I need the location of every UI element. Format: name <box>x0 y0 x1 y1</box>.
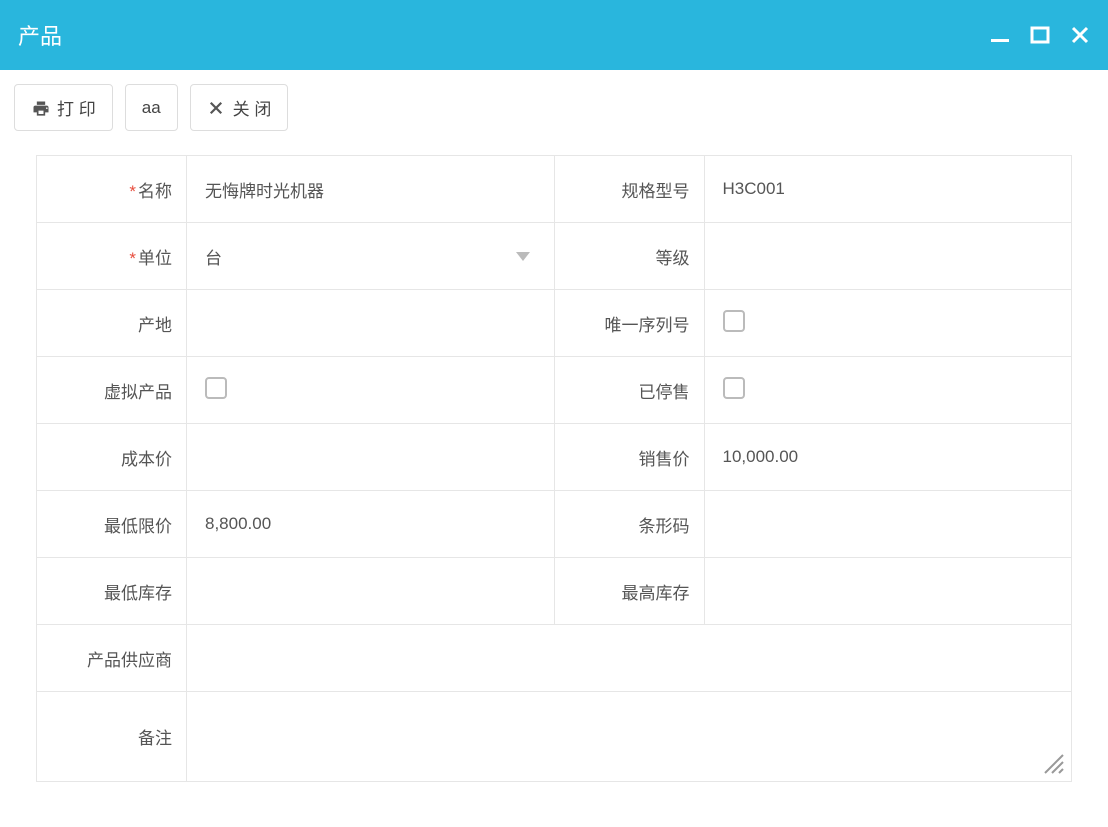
printer-icon <box>31 99 49 117</box>
textarea-remark[interactable] <box>187 692 1072 782</box>
label-serial: 唯一序列号 <box>554 290 704 357</box>
input-name[interactable]: 无悔牌时光机器 <box>187 156 555 223</box>
label-barcode: 条形码 <box>554 491 704 558</box>
input-cost[interactable] <box>187 424 555 491</box>
window-title: 产品 <box>18 19 62 51</box>
form-area: *名称 无悔牌时光机器 规格型号 H3C001 *单位 台 等级 产地 唯一序列… <box>0 145 1108 782</box>
close-button[interactable]: 关 闭 <box>190 84 289 131</box>
select-unit[interactable]: 台 <box>187 223 555 290</box>
toolbar: 打 印 aa 关 闭 <box>0 70 1108 145</box>
label-maxstock: 最高库存 <box>554 558 704 625</box>
print-button[interactable]: 打 印 <box>14 84 113 131</box>
input-sale[interactable]: 10,000.00 <box>704 424 1072 491</box>
label-sale: 销售价 <box>554 424 704 491</box>
label-cost: 成本价 <box>37 424 187 491</box>
input-grade[interactable] <box>704 223 1072 290</box>
input-spec[interactable]: H3C001 <box>704 156 1072 223</box>
label-name: *名称 <box>37 156 187 223</box>
maximize-button[interactable] <box>1030 25 1050 45</box>
font-button[interactable]: aa <box>125 84 178 131</box>
label-unit: *单位 <box>37 223 187 290</box>
form-table: *名称 无悔牌时光机器 规格型号 H3C001 *单位 台 等级 产地 唯一序列… <box>36 155 1072 782</box>
checkbox-virtual-cell <box>187 357 555 424</box>
label-origin: 产地 <box>37 290 187 357</box>
font-label: aa <box>142 98 161 118</box>
label-virtual: 虚拟产品 <box>37 357 187 424</box>
close-label: 关 闭 <box>233 95 272 120</box>
label-minstock: 最低库存 <box>37 558 187 625</box>
label-grade: 等级 <box>554 223 704 290</box>
window-controls <box>990 25 1090 45</box>
input-origin[interactable] <box>187 290 555 357</box>
close-window-button[interactable] <box>1070 25 1090 45</box>
label-minprice: 最低限价 <box>37 491 187 558</box>
input-maxstock[interactable] <box>704 558 1072 625</box>
label-discontinued: 已停售 <box>554 357 704 424</box>
label-remark: 备注 <box>37 692 187 782</box>
chevron-down-icon <box>516 252 530 261</box>
minimize-button[interactable] <box>990 25 1010 45</box>
titlebar: 产品 <box>0 0 1108 70</box>
close-icon <box>207 99 225 117</box>
input-supplier[interactable] <box>187 625 1072 692</box>
input-minprice[interactable]: 8,800.00 <box>187 491 555 558</box>
label-supplier: 产品供应商 <box>37 625 187 692</box>
resize-handle-icon[interactable] <box>1041 751 1065 775</box>
print-label: 打 印 <box>57 95 96 120</box>
checkbox-discontinued[interactable] <box>723 377 745 399</box>
label-spec: 规格型号 <box>554 156 704 223</box>
checkbox-virtual[interactable] <box>205 377 227 399</box>
checkbox-serial[interactable] <box>723 310 745 332</box>
checkbox-serial-cell <box>704 290 1072 357</box>
checkbox-discontinued-cell <box>704 357 1072 424</box>
input-barcode[interactable] <box>704 491 1072 558</box>
input-minstock[interactable] <box>187 558 555 625</box>
